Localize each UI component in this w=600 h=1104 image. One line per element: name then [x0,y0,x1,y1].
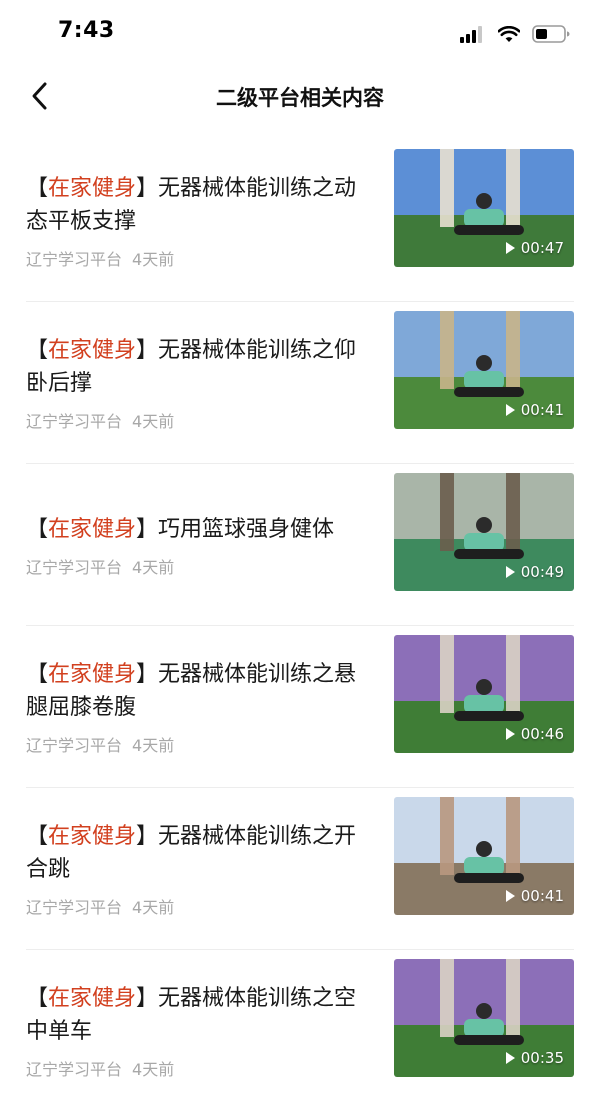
item-title: 【在家健身】无器械体能训练之仰卧后撑 [26,334,376,400]
item-title: 【在家健身】无器械体能训练之悬腿屈膝卷腹 [26,658,376,724]
video-duration: 00:46 [505,725,564,743]
item-time: 4天前 [132,898,175,917]
item-source: 辽宁学习平台 [26,898,123,917]
tag-bracket: 【 [26,986,49,1011]
item-source: 辽宁学习平台 [26,1060,123,1079]
list-item[interactable]: 【在家健身】无器械体能训练之仰卧后撑辽宁学习平台 4天前 00:41 [0,302,600,464]
play-icon [505,728,515,740]
item-text: 【在家健身】巧用篮球强身健体辽宁学习平台 4天前 [26,464,376,626]
item-source: 辽宁学习平台 [26,736,123,755]
battery-icon [532,25,570,43]
video-thumbnail[interactable]: 00:49 [394,473,574,591]
item-source: 辽宁学习平台 [26,250,123,269]
duration-text: 00:35 [520,1049,564,1067]
video-thumbnail[interactable]: 00:41 [394,311,574,429]
category-tag: 在家健身 [48,662,137,687]
page-title: 二级平台相关内容 [216,86,384,110]
video-thumbnail[interactable]: 00:35 [394,959,574,1077]
duration-text: 00:47 [520,239,564,257]
play-icon [505,566,515,578]
tag-bracket: 【 [26,662,49,687]
list-item[interactable]: 【在家健身】无器械体能训练之悬腿屈膝卷腹辽宁学习平台 4天前 00:46 [0,626,600,788]
video-duration: 00:41 [505,887,564,905]
tag-bracket: 】 [136,176,159,201]
tag-bracket: 】 [136,516,159,542]
tag-bracket: 】 [136,662,159,687]
item-title-text: 巧用篮球强身健体 [158,516,335,542]
item-source: 辽宁学习平台 [26,557,123,577]
category-tag: 在家健身 [48,338,137,363]
list-item[interactable]: 【在家健身】无器械体能训练之动态平板支撑辽宁学习平台 4天前 00:47 [0,140,600,302]
item-meta: 辽宁学习平台 4天前 [26,894,376,918]
category-tag: 在家健身 [48,516,137,542]
video-duration: 00:41 [505,401,564,419]
tag-bracket: 【 [26,824,49,849]
item-text: 【在家健身】无器械体能训练之悬腿屈膝卷腹辽宁学习平台 4天前 [26,626,376,788]
play-icon [505,1052,515,1064]
article-list: 【在家健身】无器械体能训练之动态平板支撑 辽宁学习平台 4天前 00:47 【在家健身】… [0,140,600,1104]
video-thumbnail[interactable]: 00:46 [394,635,574,753]
item-text: 【在家健身】无器械体能训练之空中单车辽宁学习平台 4天前 [26,950,376,1104]
wifi-icon [498,25,520,43]
list-item[interactable]: 【在家健身】无器械体能训练之开合跳辽宁学习平台 4天前 00:41 [0,788,600,950]
item-text: 【在家健身】无器械体能训练之动态平板支撑辽宁学习平台 4天前 [26,140,376,302]
item-time: 4天前 [132,412,175,431]
status-icons [460,22,570,46]
item-meta: 辽宁学习平台 4天前 [26,408,376,432]
item-meta: 辽宁学习平台 4天前 [26,246,376,270]
item-title: 【在家健身】无器械体能训练之空中单车 [26,982,376,1048]
item-time: 4天前 [132,736,175,755]
duration-text: 00:41 [520,401,564,419]
list-item[interactable]: 【在家健身】无器械体能训练之空中单车辽宁学习平台 4天前 00:35 [0,950,600,1104]
item-time: 4天前 [132,250,175,269]
signal-icon [460,25,486,43]
category-tag: 在家健身 [48,176,137,201]
play-icon [505,404,515,416]
category-tag: 在家健身 [48,986,137,1011]
video-thumbnail[interactable]: 00:47 [394,149,574,267]
nav-bar: 二级平台相关内容 [0,64,600,130]
tag-bracket: 【 [26,176,49,201]
status-time: 7:43 [58,18,115,43]
play-icon [505,890,515,902]
item-time: 4天前 [132,557,175,577]
list-item[interactable]: 【在家健身】巧用篮球强身健体辽宁学习平台 4天前 00:49 [0,464,600,626]
tag-bracket: 】 [136,986,159,1011]
status-bar: 7:43 [0,0,600,64]
item-meta: 辽宁学习平台 4天前 [26,554,376,578]
video-duration: 00:47 [505,239,564,257]
duration-text: 00:49 [520,563,564,581]
item-text: 【在家健身】无器械体能训练之开合跳辽宁学习平台 4天前 [26,788,376,950]
video-duration: 00:49 [505,563,564,581]
video-thumbnail[interactable]: 00:41 [394,797,574,915]
item-title: 【在家健身】无器械体能训练之动态平板支撑 [26,172,376,238]
item-meta: 辽宁学习平台 4天前 [26,1056,376,1080]
play-icon [505,242,515,254]
item-source: 辽宁学习平台 [26,412,123,431]
item-text: 【在家健身】无器械体能训练之仰卧后撑辽宁学习平台 4天前 [26,302,376,464]
item-title: 【在家健身】无器械体能训练之开合跳 [26,820,376,886]
category-tag: 在家健身 [48,824,137,849]
tag-bracket: 】 [136,824,159,849]
item-meta: 辽宁学习平台 4天前 [26,732,376,756]
item-title: 【在家健身】巧用篮球强身健体 [26,513,376,546]
item-time: 4天前 [132,1060,175,1079]
duration-text: 00:46 [520,725,564,743]
tag-bracket: 【 [26,338,49,363]
duration-text: 00:41 [520,887,564,905]
tag-bracket: 【 [26,516,49,542]
tag-bracket: 】 [136,338,159,363]
video-duration: 00:35 [505,1049,564,1067]
